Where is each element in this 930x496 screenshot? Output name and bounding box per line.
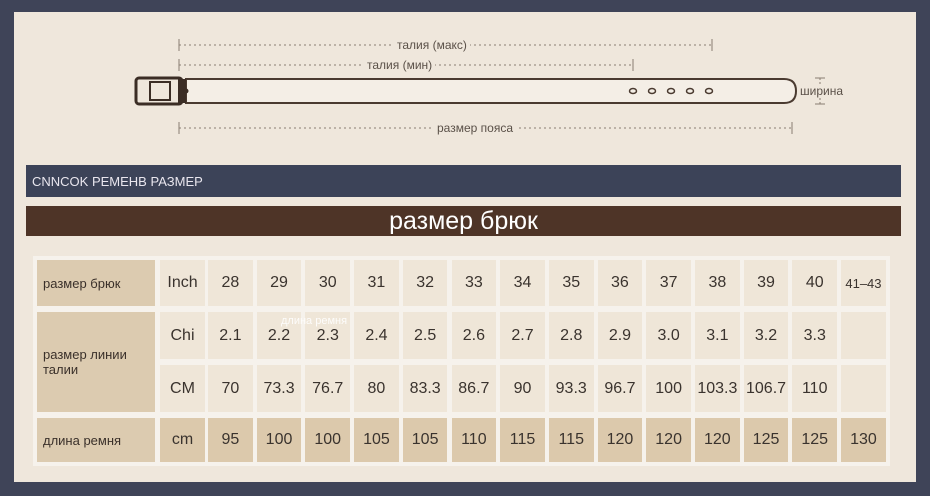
value-cell: 40	[792, 260, 838, 306]
unit-cell: CM	[160, 365, 205, 412]
unit-cell: cm	[160, 418, 205, 462]
value-cell: 115	[548, 418, 594, 462]
value-cell: 32	[402, 260, 448, 306]
belt-drawing	[134, 39, 825, 134]
value-cell: 130	[841, 418, 886, 462]
value-cell: 120	[695, 418, 740, 462]
value-cell: 120	[646, 418, 691, 462]
value-cell: 125	[743, 418, 789, 462]
value-cell: 83.3	[402, 365, 448, 412]
belt-length-label: длина ремня	[37, 418, 155, 462]
value-cell: 106.7	[743, 365, 789, 412]
unit-cell: Chi	[160, 312, 205, 359]
value-cell: 2.5	[402, 312, 448, 359]
value-cell: 2.7	[500, 312, 545, 359]
value-cell: 38	[695, 260, 740, 306]
brand-banner: CNNCOK РЕМЕНВ РАЗМЕР	[26, 165, 901, 197]
value-cell: 2.8	[548, 312, 594, 359]
unit-cell: Inch	[160, 260, 205, 306]
value-cell: 115	[500, 418, 545, 462]
value-cell: 105	[402, 418, 448, 462]
value-cell: 2.1	[208, 312, 253, 359]
waist-max-label: талия (макс)	[394, 38, 470, 52]
value-cell: 36	[597, 260, 643, 306]
value-cell: 70	[208, 365, 253, 412]
value-cell: 90	[500, 365, 545, 412]
waist-min-label: талия (мин)	[364, 58, 436, 72]
belt-size-label: размер пояса	[434, 121, 516, 135]
value-cell: 2.9	[597, 312, 643, 359]
value-cell: 2.6	[451, 312, 497, 359]
value-cell	[841, 312, 886, 359]
value-cell: 120	[597, 418, 643, 462]
width-label: ширина	[797, 84, 847, 98]
value-cell: 35	[548, 260, 594, 306]
value-cell: 96.7	[597, 365, 643, 412]
value-cell: 103.3	[695, 365, 740, 412]
value-cell: 33	[451, 260, 497, 306]
value-cell: 80	[354, 365, 399, 412]
value-cell: 105	[354, 418, 399, 462]
value-cell: 34	[500, 260, 545, 306]
value-cell: 100	[646, 365, 691, 412]
value-cell: 125	[792, 418, 838, 462]
value-cell: 76.7	[305, 365, 351, 412]
value-cell: 100	[256, 418, 302, 462]
value-cell: 100	[305, 418, 351, 462]
value-cell: 95	[208, 418, 253, 462]
pants-size-title: размер брюк	[26, 206, 901, 236]
value-cell: 2.4	[354, 312, 399, 359]
value-cell: 31	[354, 260, 399, 306]
value-cell: 86.7	[451, 365, 497, 412]
size-table: размер брюк размер линии талии длина ремня…	[33, 256, 890, 466]
value-cell: 30	[305, 260, 351, 306]
pants-size-label: размер брюк	[37, 260, 155, 306]
watermark-text: длина ремня	[281, 315, 348, 327]
belt-diagram: талия (макс) талия (мин) ширина размер п…	[14, 12, 916, 167]
value-cell: 73.3	[256, 365, 302, 412]
value-cell: 3.3	[792, 312, 838, 359]
value-cell: 93.3	[548, 365, 594, 412]
size-chart-image: талия (макс) талия (мин) ширина размер п…	[14, 12, 916, 482]
value-cell: 110	[451, 418, 497, 462]
value-cell	[841, 365, 886, 412]
value-cell: 37	[646, 260, 691, 306]
value-cell: 3.2	[743, 312, 789, 359]
value-cell: 39	[743, 260, 789, 306]
waist-size-label: размер линии талии	[37, 312, 155, 412]
value-cell: 3.1	[695, 312, 740, 359]
value-cell: 3.0	[646, 312, 691, 359]
value-cell: 29	[256, 260, 302, 306]
value-cell: 28	[208, 260, 253, 306]
value-cell: 110	[792, 365, 838, 412]
value-cell: 41–43	[841, 260, 886, 306]
